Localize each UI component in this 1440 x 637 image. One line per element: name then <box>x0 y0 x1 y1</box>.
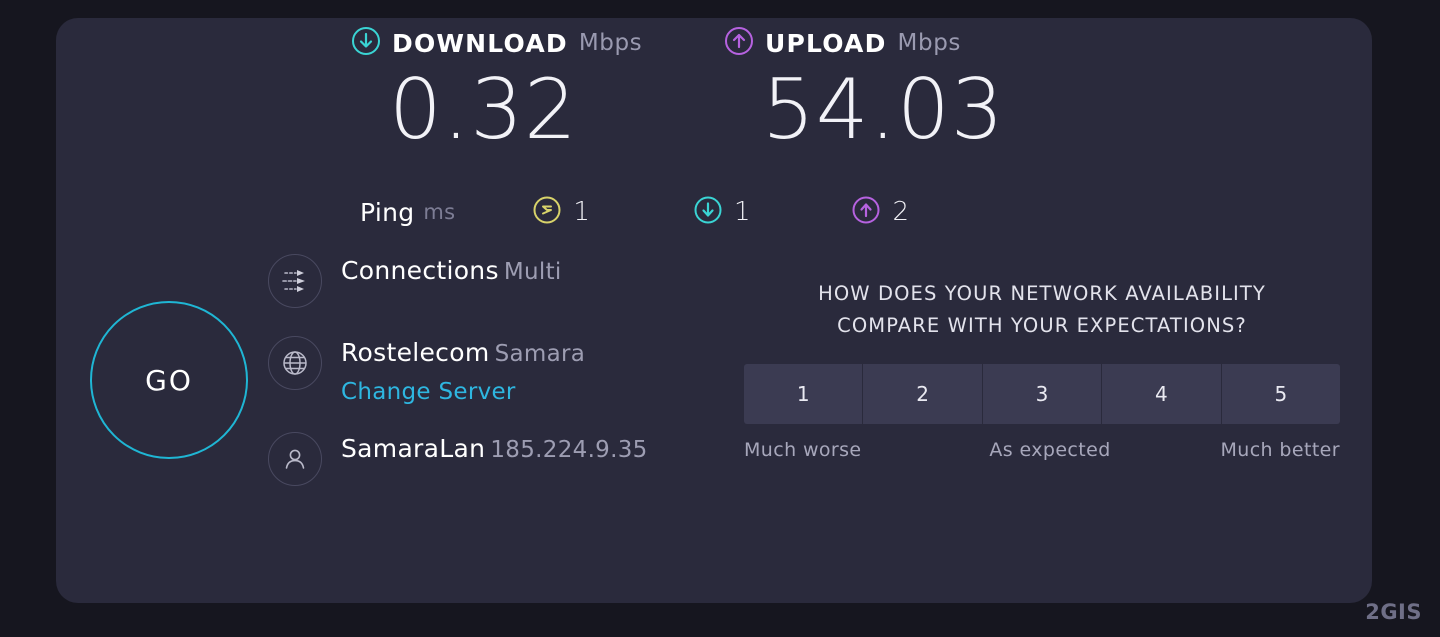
upload-label: UPLOAD <box>765 28 887 58</box>
server-subtitle: Samara <box>494 341 586 367</box>
connections-title: Connections <box>341 256 499 285</box>
ping-upload-stat: 2 <box>851 195 909 229</box>
user-avatar-icon <box>268 431 322 486</box>
scale-label-mid: As expected <box>989 439 1111 462</box>
rating-option-3[interactable]: 3 <box>982 364 1103 425</box>
go-button[interactable]: GO <box>90 301 248 459</box>
client-text: SamaraLan 185.224.9.35 <box>341 430 648 465</box>
upload-arrow-circle-icon <box>851 195 881 229</box>
download-unit: Mbps <box>578 30 643 56</box>
speedtest-result-page: DOWNLOAD Mbps 0.32 UPLOAD Mbps 54.03 Pin… <box>0 0 1440 637</box>
ping-download-value: 1 <box>733 197 751 227</box>
ping-unit: ms <box>423 200 456 224</box>
upload-value: 54.03 <box>762 61 1005 158</box>
upload-arrow-circle-icon <box>724 26 754 60</box>
download-value: 0.32 <box>389 61 578 158</box>
ping-idle-value: 1 <box>573 197 590 227</box>
upload-unit: Mbps <box>897 30 961 56</box>
survey-question: HOW DOES YOUR NETWORK AVAILABILITY COMPA… <box>744 278 1340 341</box>
ping-idle-stat: 1 <box>532 195 590 229</box>
ping-download-stat: 1 <box>693 195 751 229</box>
survey-question-line-1: HOW DOES YOUR NETWORK AVAILABILITY <box>818 282 1266 305</box>
client-ip: 185.224.9.35 <box>490 436 648 463</box>
watermark-2gis: 2GIS <box>1365 600 1422 624</box>
download-metric-header: DOWNLOAD Mbps <box>351 26 642 60</box>
go-button-label: GO <box>145 363 193 397</box>
survey-scale-labels: Much worse As expected Much better <box>744 439 1340 461</box>
change-server-link[interactable]: Change Server <box>341 379 585 405</box>
download-arrow-circle-icon <box>351 26 381 60</box>
ping-upload-value: 2 <box>892 197 910 227</box>
scale-label-high: Much better <box>1220 439 1340 462</box>
server-title: Rostelecom <box>341 338 490 367</box>
ping-label: Ping <box>360 197 415 227</box>
survey-question-line-2: COMPARE WITH YOUR EXPECTATIONS? <box>837 313 1247 337</box>
client-title: SamaraLan <box>341 433 486 463</box>
info-item-server: Rostelecom Samara Change Server <box>268 334 648 405</box>
upload-metric-header: UPLOAD Mbps <box>724 26 961 60</box>
connections-subtitle: Multi <box>503 259 562 285</box>
survey-rating-group: 1 2 3 4 5 <box>744 364 1340 425</box>
scale-label-low: Much worse <box>744 439 862 462</box>
rating-option-1[interactable]: 1 <box>744 364 864 425</box>
server-text: Rostelecom Samara Change Server <box>341 334 585 405</box>
download-label: DOWNLOAD <box>392 28 568 58</box>
rating-option-2[interactable]: 2 <box>863 364 983 425</box>
info-item-connections: Connections Multi <box>268 252 648 308</box>
connections-text: Connections Multi <box>341 252 562 287</box>
download-arrow-circle-icon <box>693 195 723 229</box>
multi-connection-arrows-icon <box>268 254 322 308</box>
idle-latency-circle-icon <box>532 195 562 229</box>
network-survey: HOW DOES YOUR NETWORK AVAILABILITY COMPA… <box>744 278 1340 461</box>
globe-icon <box>268 336 322 390</box>
info-item-client: SamaraLan 185.224.9.35 <box>268 430 648 486</box>
rating-option-5[interactable]: 5 <box>1221 364 1340 425</box>
ping-row: Ping ms 1 1 2 <box>360 190 909 234</box>
connection-info-list: Connections Multi Rostelecom Samara Chan… <box>268 252 648 486</box>
rating-option-4[interactable]: 4 <box>1102 364 1222 425</box>
